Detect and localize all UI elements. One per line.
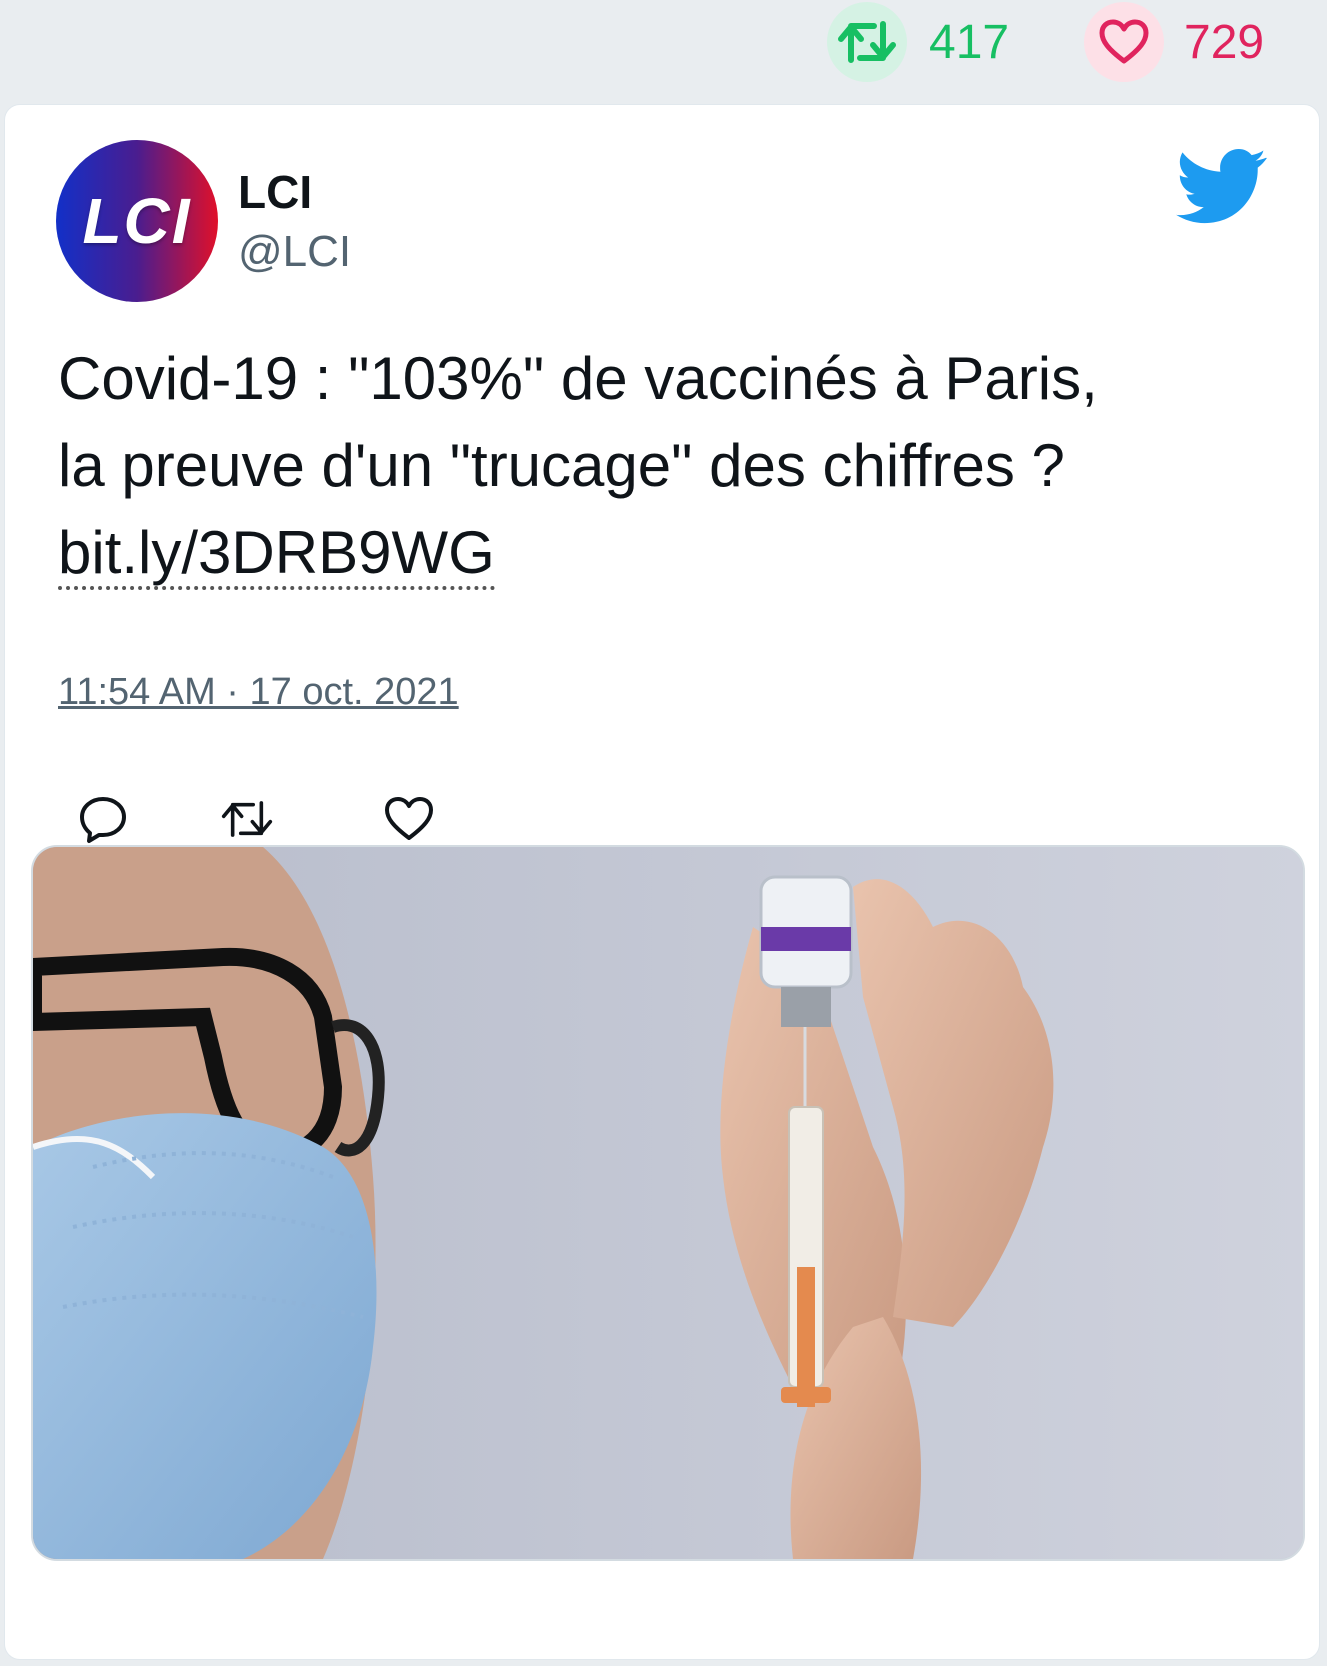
retweet-count[interactable]: 417 bbox=[827, 2, 1009, 82]
tweet-link[interactable]: bit.ly/3DRB9WG bbox=[58, 519, 495, 590]
like-count[interactable]: 729 bbox=[1084, 2, 1264, 82]
retweet-count-value: 417 bbox=[929, 15, 1010, 69]
author-handle[interactable]: @LCI bbox=[238, 227, 351, 277]
retweet-icon bbox=[827, 2, 907, 82]
retweet-icon[interactable] bbox=[221, 793, 273, 845]
tweet-text-line-1: Covid-19 : "103%" de vaccinés à Paris, bbox=[58, 345, 1098, 412]
twitter-bird-icon[interactable] bbox=[1175, 149, 1269, 225]
avatar-logo-text: LCI bbox=[82, 185, 192, 257]
heart-icon[interactable] bbox=[383, 793, 435, 845]
reply-icon[interactable] bbox=[77, 793, 129, 845]
tweet-card: LCI LCI @LCI Covid-19 : "103%" de vaccin… bbox=[4, 104, 1320, 1660]
avatar[interactable]: LCI bbox=[56, 140, 218, 302]
tweet-text: Covid-19 : "103%" de vaccinés à Paris, l… bbox=[58, 335, 1278, 596]
vaccination-photo bbox=[33, 847, 1303, 1559]
heart-icon bbox=[1084, 2, 1164, 82]
like-count-value: 729 bbox=[1184, 15, 1265, 69]
tweet-text-line-2: la preuve d'un "trucage" des chiffres ? bbox=[58, 432, 1065, 499]
author-name[interactable]: LCI bbox=[238, 165, 312, 219]
tweet-stats-bar: 417 729 bbox=[0, 0, 1327, 100]
tweet-media-image[interactable] bbox=[31, 845, 1305, 1561]
tweet-timestamp[interactable]: 11:54 AM · 17 oct. 2021 bbox=[58, 671, 459, 714]
